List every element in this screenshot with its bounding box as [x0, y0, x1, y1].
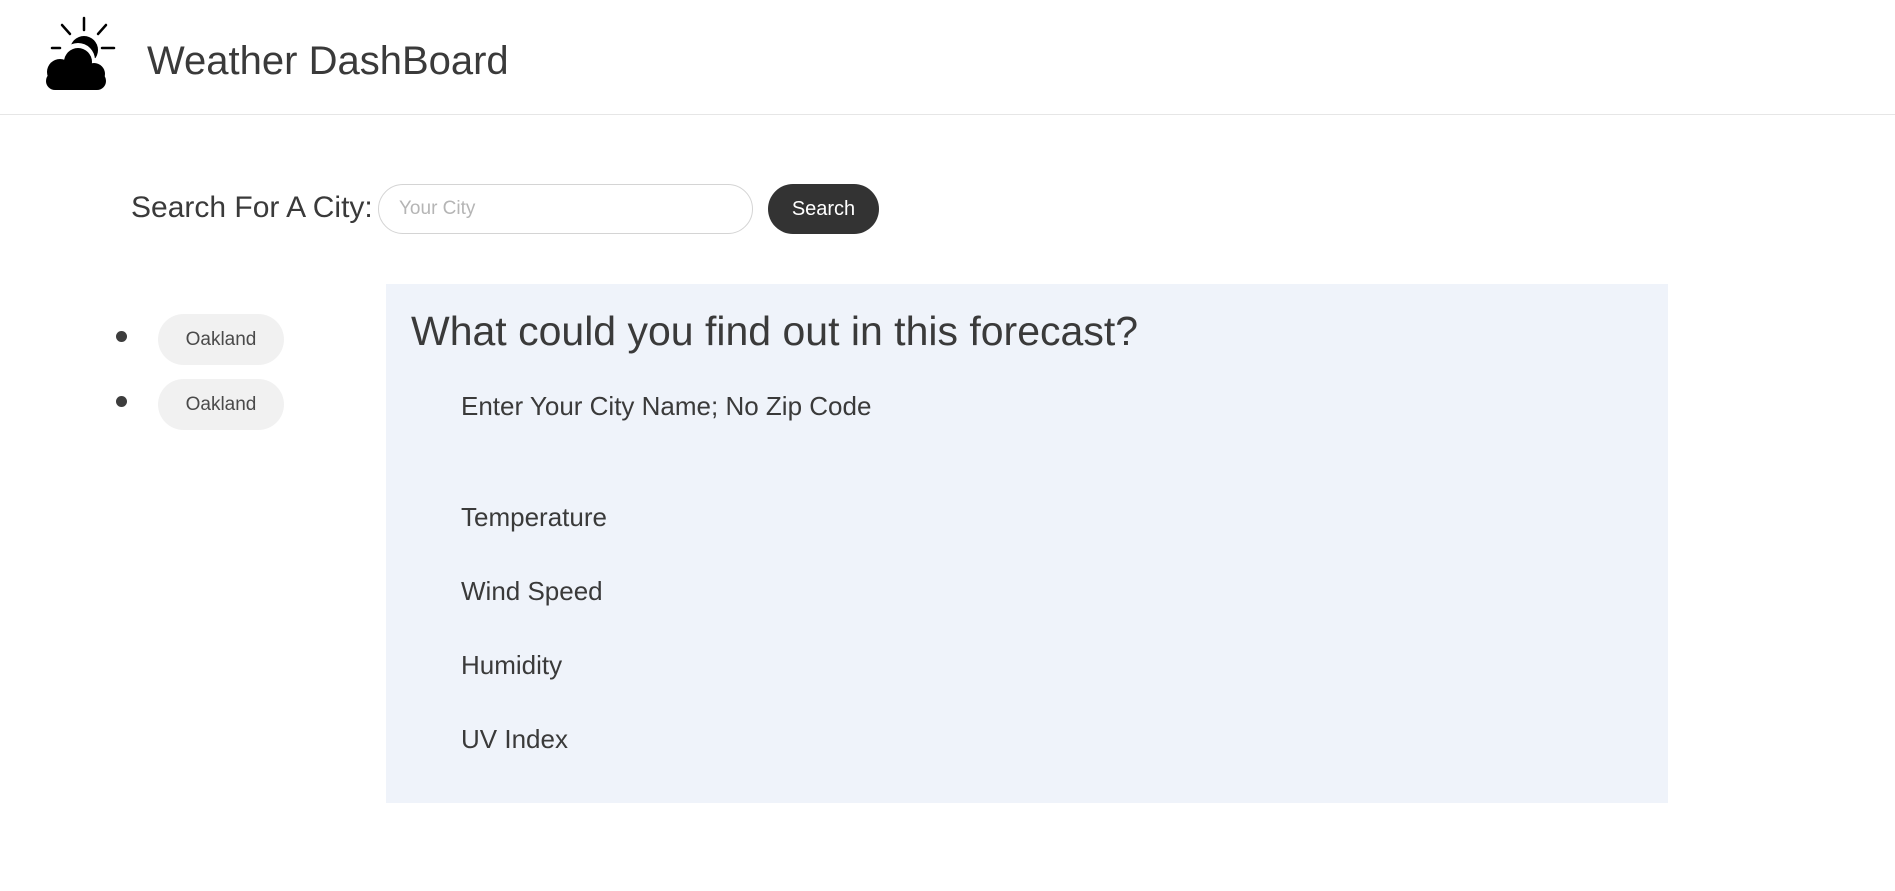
wind-speed-label: Wind Speed — [461, 576, 603, 606]
instruction-text: Enter Your City Name; No Zip Code — [461, 391, 872, 421]
bullet-icon — [116, 396, 127, 407]
search-button[interactable]: Search — [768, 184, 879, 234]
sun-behind-cloud-icon — [44, 16, 116, 90]
app-header: Weather DashBoard — [0, 0, 1895, 115]
search-label: Search For A City: — [131, 191, 373, 224]
humidity-label: Humidity — [461, 650, 563, 680]
city-search-input[interactable] — [378, 184, 753, 234]
uv-index-label: UV Index — [461, 724, 568, 754]
temperature-label: Temperature — [461, 502, 607, 532]
history-city-button[interactable]: Oakland — [158, 379, 284, 430]
app-title: Weather DashBoard — [147, 39, 509, 83]
bullet-icon — [116, 331, 127, 342]
forecast-heading: What could you find out in this forecast… — [411, 308, 1139, 354]
history-city-button[interactable]: Oakland — [158, 314, 284, 365]
forecast-panel: What could you find out in this forecast… — [386, 284, 1668, 803]
